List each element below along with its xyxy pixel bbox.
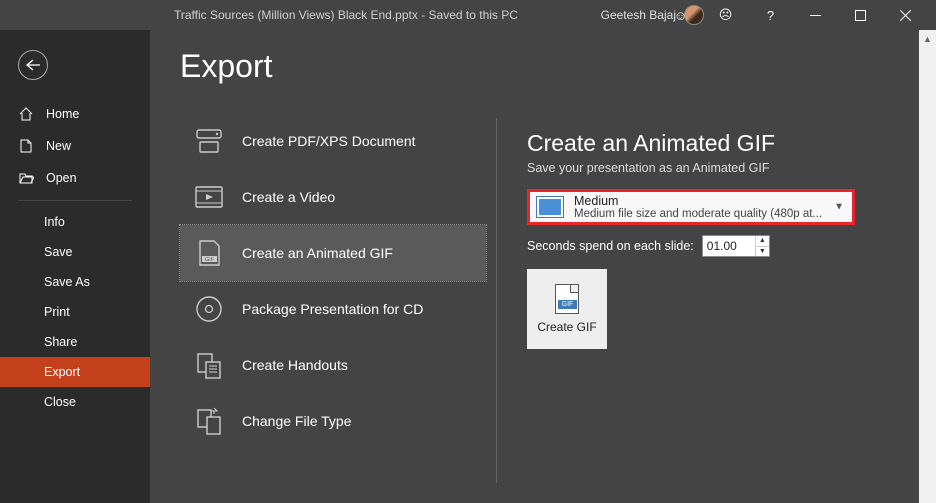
nav-print[interactable]: Print bbox=[0, 297, 150, 327]
spin-up-icon[interactable]: ▲ bbox=[755, 236, 769, 247]
new-icon bbox=[18, 138, 34, 154]
feedback-frown-icon[interactable]: ☹ bbox=[703, 0, 748, 30]
back-button[interactable] bbox=[18, 50, 48, 80]
feedback-smile-icon[interactable]: ☺ bbox=[658, 0, 703, 30]
export-label: Package Presentation for CD bbox=[242, 301, 423, 317]
nav-label: Open bbox=[46, 171, 77, 185]
home-icon bbox=[18, 106, 34, 122]
quality-icon bbox=[536, 196, 564, 218]
chevron-down-icon: ▼ bbox=[834, 202, 844, 213]
spin-down-icon[interactable]: ▼ bbox=[755, 247, 769, 257]
nav-label: Save As bbox=[44, 275, 90, 289]
handouts-icon bbox=[194, 350, 224, 380]
nav-label: Print bbox=[44, 305, 70, 319]
export-label: Create an Animated GIF bbox=[242, 245, 393, 261]
gif-icon: GIF bbox=[194, 238, 224, 268]
export-pdf[interactable]: Create PDF/XPS Document bbox=[180, 113, 486, 169]
page-title: Export bbox=[180, 48, 486, 85]
nav-label: Home bbox=[46, 107, 79, 121]
nav-label: New bbox=[46, 139, 71, 153]
seconds-input[interactable]: 01.00 ▲ ▼ bbox=[702, 235, 770, 257]
create-gif-label: Create GIF bbox=[537, 320, 596, 334]
video-icon bbox=[194, 182, 224, 212]
cd-icon bbox=[194, 294, 224, 324]
export-gif[interactable]: GIF Create an Animated GIF bbox=[180, 225, 486, 281]
title-bar: Traffic Sources (Million Views) Black En… bbox=[0, 0, 936, 30]
document-title: Traffic Sources (Million Views) Black En… bbox=[174, 8, 518, 22]
gif-file-icon: GIF bbox=[555, 284, 579, 314]
filetype-icon bbox=[194, 406, 224, 436]
export-filetype[interactable]: Change File Type bbox=[180, 393, 486, 449]
nav-label: Export bbox=[44, 365, 80, 379]
vertical-scrollbar[interactable]: ▲ bbox=[919, 30, 936, 503]
maximize-button[interactable] bbox=[838, 0, 883, 30]
close-button[interactable] bbox=[883, 0, 928, 30]
nav-home[interactable]: Home bbox=[0, 98, 150, 130]
nav-open[interactable]: Open bbox=[0, 162, 150, 194]
backstage-nav: Home New Open Info Save Save As Print Sh… bbox=[0, 30, 150, 503]
export-package[interactable]: Package Presentation for CD bbox=[180, 281, 486, 337]
scroll-up-icon[interactable]: ▲ bbox=[919, 30, 936, 47]
nav-label: Save bbox=[44, 245, 73, 259]
svg-text:GIF: GIF bbox=[205, 257, 215, 263]
export-video[interactable]: Create a Video bbox=[180, 169, 486, 225]
quality-dropdown[interactable]: Medium Medium file size and moderate qua… bbox=[527, 189, 855, 225]
nav-close[interactable]: Close bbox=[0, 387, 150, 417]
pdf-icon bbox=[194, 126, 224, 156]
quality-label: Medium bbox=[574, 194, 846, 208]
detail-title: Create an Animated GIF bbox=[527, 130, 918, 157]
seconds-value: 01.00 bbox=[707, 239, 737, 253]
export-label: Change File Type bbox=[242, 413, 351, 429]
gif-badge: GIF bbox=[558, 300, 577, 309]
quality-desc: Medium file size and moderate quality (4… bbox=[574, 208, 846, 220]
open-icon bbox=[18, 170, 34, 186]
export-handouts[interactable]: Create Handouts bbox=[180, 337, 486, 393]
nav-info[interactable]: Info bbox=[0, 207, 150, 237]
minimize-button[interactable] bbox=[793, 0, 838, 30]
nav-label: Info bbox=[44, 215, 65, 229]
export-label: Create PDF/XPS Document bbox=[242, 133, 416, 149]
nav-share[interactable]: Share bbox=[0, 327, 150, 357]
nav-save[interactable]: Save bbox=[0, 237, 150, 267]
nav-new[interactable]: New bbox=[0, 130, 150, 162]
create-gif-button[interactable]: GIF Create GIF bbox=[527, 269, 607, 349]
nav-separator bbox=[18, 200, 132, 201]
export-label: Create Handouts bbox=[242, 357, 348, 373]
nav-saveas[interactable]: Save As bbox=[0, 267, 150, 297]
detail-subtitle: Save your presentation as an Animated GI… bbox=[527, 161, 918, 175]
export-label: Create a Video bbox=[242, 189, 335, 205]
nav-export[interactable]: Export bbox=[0, 357, 150, 387]
nav-label: Close bbox=[44, 395, 76, 409]
help-button[interactable]: ? bbox=[748, 0, 793, 30]
nav-label: Share bbox=[44, 335, 77, 349]
seconds-label: Seconds spend on each slide: bbox=[527, 239, 694, 253]
